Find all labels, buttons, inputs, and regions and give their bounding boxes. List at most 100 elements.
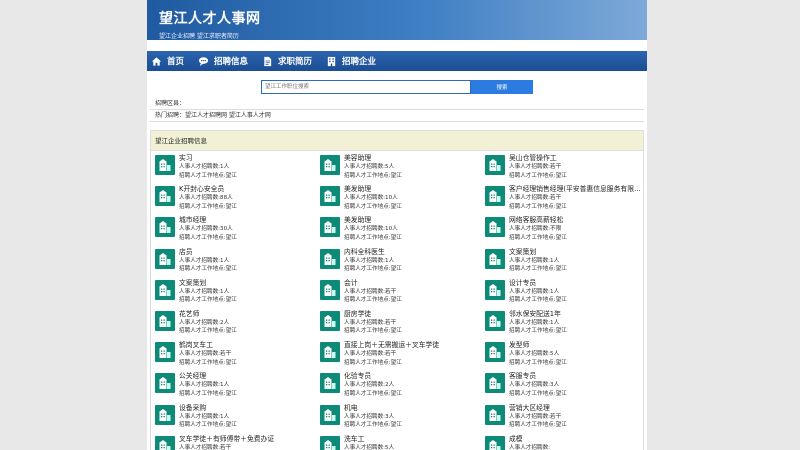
job-thumbnail-icon — [485, 217, 505, 238]
job-item[interactable]: 成模 人事人才招聘数: 招聘人才工作地点:望江 — [481, 434, 646, 450]
job-title[interactable]: 网络客服高薪轻松 — [509, 215, 645, 225]
job-item[interactable]: 网络客服高薪轻松 人事人才招聘数:不限 招聘人才工作地点:望江 — [481, 215, 646, 246]
job-item[interactable]: 美发助理 人事人才招聘数:10人 招聘人才工作地点:望江 — [316, 215, 481, 246]
job-location: 招聘人才工作地点:望江 — [179, 422, 237, 428]
job-location: 招聘人才工作地点:望江 — [344, 422, 402, 428]
job-item[interactable]: 实习 人事人才招聘数:1人 招聘人才工作地点:望江 — [151, 153, 316, 184]
job-item[interactable]: 客户经理销售经理(平安普惠信息服务有限公司) 人事人才招聘数:若干 招聘人才工作… — [481, 184, 646, 215]
job-item[interactable]: 叉车学徒＋有师傅带＋免费办证 人事人才招聘数:若干 招聘人才工作地点:望江 — [151, 434, 316, 450]
site-banner: 望江人才人事网 望江企业招聘 望江求职者简历 — [147, 0, 647, 40]
job-headcount: 人事人才招聘数:1人 — [179, 382, 230, 389]
job-title[interactable]: 设计专员 — [509, 278, 645, 288]
job-thumbnail-icon — [320, 248, 340, 269]
job-title[interactable]: 美发助理 — [344, 184, 480, 194]
job-headcount: 人事人才招聘数:5人 — [509, 351, 560, 358]
job-item[interactable]: 厨房学徒 人事人才招聘数:若干 招聘人才工作地点:望江 — [316, 309, 481, 340]
nav-companies[interactable]: 招聘企业 — [326, 51, 376, 71]
job-title[interactable]: 发型师 — [509, 340, 645, 350]
job-headcount: 人事人才招聘数:1人 — [179, 257, 230, 264]
job-headcount: 人事人才招聘数:若干 — [509, 164, 562, 170]
job-item[interactable]: 直接上岗＋无需搬运＋叉车学徒 人事人才招聘数:若干 招聘人才工作地点:望江 — [316, 340, 481, 371]
job-item[interactable]: 美容助理 人事人才招聘数:5人 招聘人才工作地点:望江 — [316, 153, 481, 184]
job-thumbnail-icon — [320, 435, 340, 450]
job-location: 招聘人才工作地点:望江 — [344, 390, 402, 397]
nav-resumes[interactable]: 求职简历 — [262, 51, 312, 71]
search-input[interactable] — [261, 80, 471, 94]
job-title[interactable]: 花艺师 — [179, 309, 315, 319]
job-title[interactable]: 文案策划 — [509, 247, 645, 257]
job-location: 招聘人才工作地点:望江 — [344, 203, 402, 210]
job-title[interactable]: 机电 — [344, 403, 480, 413]
nav-home[interactable]: 首页 — [151, 51, 184, 71]
job-location: 招聘人才工作地点:望江 — [509, 172, 567, 179]
job-item[interactable]: 营销大区经理 人事人才招聘数:若干 招聘人才工作地点:望江 — [481, 403, 646, 434]
job-title[interactable]: 实习 — [179, 153, 315, 163]
nav-jobs[interactable]: 招聘信息 — [198, 51, 248, 71]
panel-title: 望江企业招聘信息 — [151, 131, 643, 151]
job-title[interactable]: 文案策划 — [179, 278, 315, 288]
hot-links[interactable]: 热门招聘：望江人才招聘网 望江人事人才网 — [147, 110, 647, 121]
job-item[interactable]: 设备采购 人事人才招聘数:1人 招聘人才工作地点:望江 — [151, 403, 316, 434]
job-location: 招聘人才工作地点:望江 — [344, 297, 402, 304]
job-title[interactable]: 洗车工 — [344, 434, 480, 444]
job-headcount: 人事人才招聘数:1人 — [179, 288, 230, 295]
main-nav: 首页 招聘信息 求职简历 招聘企业 — [147, 51, 647, 71]
job-item[interactable]: 文案策划 人事人才招聘数:1人 招聘人才工作地点:望江 — [151, 278, 316, 309]
job-title[interactable]: 客服专员 — [509, 371, 645, 381]
job-item[interactable]: 公关经理 人事人才招聘数:1人 招聘人才工作地点:望江 — [151, 371, 316, 402]
job-headcount: 人事人才招聘数:88人 — [179, 195, 233, 202]
job-item[interactable]: 洗车工 人事人才招聘数:5人 招聘人才工作地点:望江 — [316, 434, 481, 450]
nav-jobs-label: 招聘信息 — [214, 57, 249, 67]
job-item[interactable]: 设计专员 人事人才招聘数:1人 招聘人才工作地点:望江 — [481, 278, 646, 309]
job-thumbnail-icon — [155, 186, 175, 207]
job-title[interactable]: 内科全科医生 — [344, 247, 480, 257]
job-title[interactable]: 直接上岗＋无需搬运＋叉车学徒 — [344, 340, 480, 350]
search-button[interactable]: 搜索 — [471, 80, 533, 94]
job-title[interactable]: 店员 — [179, 247, 315, 257]
job-title[interactable]: 客户经理销售经理(平安普惠信息服务有限公司) — [509, 184, 645, 194]
job-item[interactable]: 会计 人事人才招聘数:若干 招聘人才工作地点:望江 — [316, 278, 481, 309]
job-headcount: 人事人才招聘数:10人 — [344, 195, 398, 202]
job-title[interactable]: 化验专员 — [344, 371, 480, 381]
job-title[interactable]: 邻水保安配送1年 — [509, 309, 645, 319]
job-item[interactable]: 城市经理 人事人才招聘数:30人 招聘人才工作地点:望江 — [151, 215, 316, 246]
job-item[interactable]: 吴山仓管操作工 人事人才招聘数:若干 招聘人才工作地点:望江 — [481, 153, 646, 184]
job-title[interactable]: 设备采购 — [179, 403, 315, 413]
job-thumbnail-icon — [485, 310, 505, 331]
job-headcount: 人事人才招聘数:若干 — [344, 319, 397, 326]
job-title[interactable]: 叉车学徒＋有师傅带＋免费办证 — [179, 434, 315, 444]
job-item[interactable]: 美发助理 人事人才招聘数:10人 招聘人才工作地点:望江 — [316, 184, 481, 215]
job-location: 招聘人才工作地点:望江 — [509, 390, 567, 397]
job-title[interactable]: 城市经理 — [179, 215, 315, 225]
job-item[interactable]: 店员 人事人才招聘数:1人 招聘人才工作地点:望江 — [151, 247, 316, 278]
job-item[interactable]: 邻水保安配送1年 人事人才招聘数:1人 招聘人才工作地点:望江 — [481, 309, 646, 340]
job-location: 招聘人才工作地点:望江 — [509, 422, 567, 428]
job-headcount: 人事人才招聘数:10人 — [344, 226, 398, 233]
job-thumbnail-icon — [155, 279, 175, 300]
job-item[interactable]: 内科全科医生 人事人才招聘数:1人 招聘人才工作地点:望江 — [316, 247, 481, 278]
job-title[interactable]: 会计 — [344, 278, 480, 288]
job-item[interactable]: 化验专员 人事人才招聘数:2人 招聘人才工作地点:望江 — [316, 371, 481, 402]
job-title[interactable]: 吴山仓管操作工 — [509, 153, 645, 163]
job-headcount: 人事人才招聘数:若干 — [509, 413, 562, 420]
job-item[interactable]: 文案策划 人事人才招聘数:1人 招聘人才工作地点:望江 — [481, 247, 646, 278]
job-thumbnail-icon — [320, 373, 340, 394]
job-item[interactable]: K开封心安全员 人事人才招聘数:88人 招聘人才工作地点:望江 — [151, 184, 316, 215]
job-item[interactable]: 鹤岗叉车工 人事人才招聘数:若干 招聘人才工作地点:望江 — [151, 340, 316, 371]
job-title[interactable]: 成模 — [509, 434, 645, 444]
job-title[interactable]: 公关经理 — [179, 371, 315, 381]
job-title[interactable]: 美容助理 — [344, 153, 480, 163]
job-item[interactable]: 花艺师 人事人才招聘数:2人 招聘人才工作地点:望江 — [151, 309, 316, 340]
job-title[interactable]: 营销大区经理 — [509, 403, 645, 413]
job-title[interactable]: 鹤岗叉车工 — [179, 340, 315, 350]
job-title[interactable]: 厨房学徒 — [344, 309, 480, 319]
job-item[interactable]: 客服专员 人事人才招聘数:3人 招聘人才工作地点:望江 — [481, 371, 646, 402]
job-title[interactable]: K开封心安全员 — [179, 184, 315, 194]
job-item[interactable]: 发型师 人事人才招聘数:5人 招聘人才工作地点:望江 — [481, 340, 646, 371]
job-item[interactable]: 机电 人事人才招聘数:3人 招聘人才工作地点:望江 — [316, 403, 481, 434]
site-title[interactable]: 望江人才人事网 — [159, 8, 261, 28]
job-location: 招聘人才工作地点:望江 — [344, 234, 402, 241]
job-headcount: 人事人才招聘数:5人 — [344, 444, 395, 450]
job-location: 招聘人才工作地点:望江 — [509, 203, 567, 210]
job-title[interactable]: 美发助理 — [344, 215, 480, 225]
